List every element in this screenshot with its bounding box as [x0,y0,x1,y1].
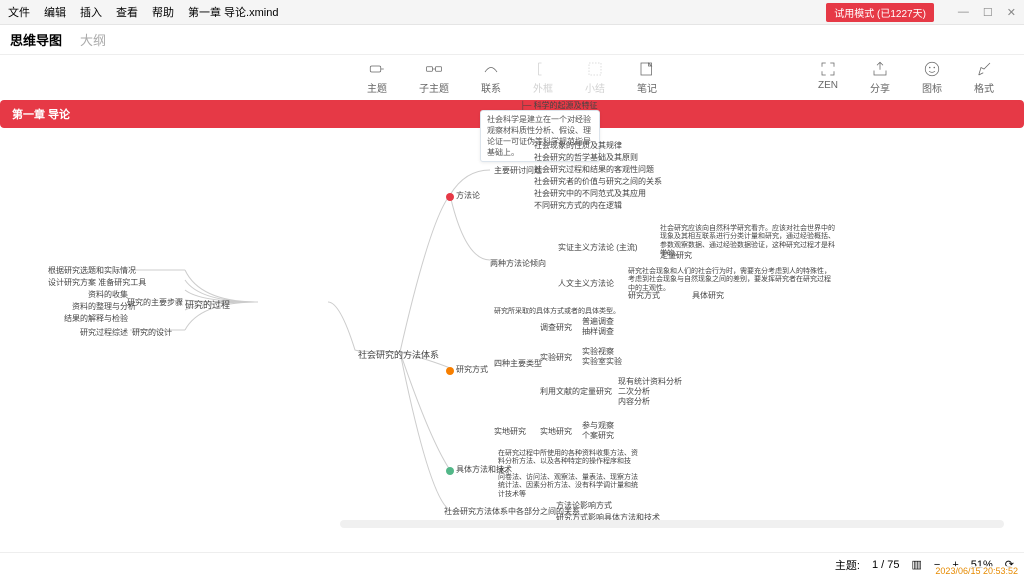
max-icon[interactable]: ☐ [983,6,993,19]
node[interactable]: 定量研究 [660,250,692,261]
menu-insert[interactable]: 插入 [80,4,102,20]
scrollbar[interactable] [340,520,1004,528]
menu-edit[interactable]: 编辑 [44,4,66,20]
min-icon[interactable]: — [958,6,969,19]
node[interactable]: 实证主义方法论 (主流) [558,242,638,253]
node[interactable]: 内容分析 [618,396,650,407]
node[interactable]: 社会现象的性质及其规律 [534,140,622,151]
tool-topic[interactable]: 主题 [367,60,387,95]
node[interactable]: 社会研究的哲学基础及其原则 [534,152,638,163]
tool-boundary[interactable]: 小结 [585,60,605,95]
menu-view[interactable]: 查看 [116,4,138,20]
node[interactable]: 实地研究 [494,426,526,437]
status-label: 主题: [835,557,860,573]
close-icon[interactable]: ✕ [1007,6,1016,19]
tag-green [446,467,454,475]
node[interactable]: 方法论影响方式 [556,500,612,511]
node[interactable]: 调查研究 [540,322,572,333]
tool-relation[interactable]: 联系 [481,60,501,95]
left-item[interactable]: 结果的解释与检验 [64,313,128,324]
tab-outline[interactable]: 大纲 [80,30,106,49]
tag-orange [446,367,454,375]
node[interactable]: 实地研究 [540,426,572,437]
menu-file[interactable]: 文件 [8,4,30,20]
left-group[interactable]: 研究的过程 [185,298,230,311]
tool-summary[interactable]: 外框 [533,60,553,95]
tab-mindmap[interactable]: 思维导图 [10,30,62,49]
node[interactable]: 社会研究过程和结果的客观性问题 [534,164,654,175]
node[interactable]: 研究所采取的具体方式或者的具体类型。 [494,306,620,316]
left-item[interactable]: 资料的收集 [88,289,128,300]
node[interactable]: 方法论 [456,190,480,201]
left-sub[interactable]: 研究的设计 [132,327,172,338]
node[interactable]: 个案研究 [582,430,614,441]
mindmap-canvas[interactable]: 第一章 导论 研究的过程 根据研究选题和实际情况 设计研究方案 准备研究工具 资… [0,100,1024,552]
node[interactable]: 利用文献的定量研究 [540,386,612,397]
left-item[interactable]: 设计研究方案 准备研究工具 [48,277,146,288]
node[interactable]: 研究方式 [628,290,660,301]
tool-notes[interactable]: 笔记 [637,60,657,95]
node[interactable]: 实验研究 [540,352,572,363]
tool-zen[interactable]: ZEN [818,60,838,95]
menu-help[interactable]: 帮助 [152,4,174,20]
tool-format[interactable]: 格式 [974,60,994,95]
tool-sticker[interactable]: 图标 [922,60,942,95]
node[interactable]: 不同研究方式的内在逻辑 [534,200,622,211]
tool-share[interactable]: 分享 [870,60,890,95]
left-item[interactable]: 根据研究选题和实际情况 [48,265,136,276]
doc-title: 第一章 导论.xmind [188,4,278,20]
tool-subtopic[interactable]: 子主题 [419,60,449,95]
node[interactable]: 社会研究中的不同范式及其应用 [534,188,646,199]
left-item[interactable]: 研究过程综述 [80,327,128,338]
node[interactable]: 人文主义方法论 [558,278,614,289]
node[interactable]: 社会研究者的价值与研究之间的关系 [534,176,662,187]
status-count: 1 / 75 [872,559,900,571]
node[interactable]: 具体研究 [692,290,724,301]
center-node[interactable]: 社会研究的方法体系 [358,348,439,361]
tag-red [446,193,454,201]
node[interactable]: 实验室实验 [582,356,622,367]
node[interactable]: 两种方法论倾向 [490,258,546,269]
timestamp: 2023/06/15 20:53:52 [933,566,1020,576]
map-icon[interactable]: ▥ [911,558,921,571]
node[interactable]: 问卷法、访问法、观察法、量表法、现察方法统计法、因素分析方法、没有科学调计量和统… [498,474,638,499]
node[interactable]: 在研究过程中所使用的各种资料收集方法、资料分析方法、以及各种特定的操作程序和技术… [498,450,638,475]
left-sub[interactable]: 研究的主要步骤 [127,297,183,308]
node[interactable]: 抽样调查 [582,326,614,337]
trial-badge: 试用模式 (已1227天) [826,3,934,22]
node[interactable]: 四种主要类型 [494,358,542,369]
node[interactable]: 研究方式 [456,364,488,375]
